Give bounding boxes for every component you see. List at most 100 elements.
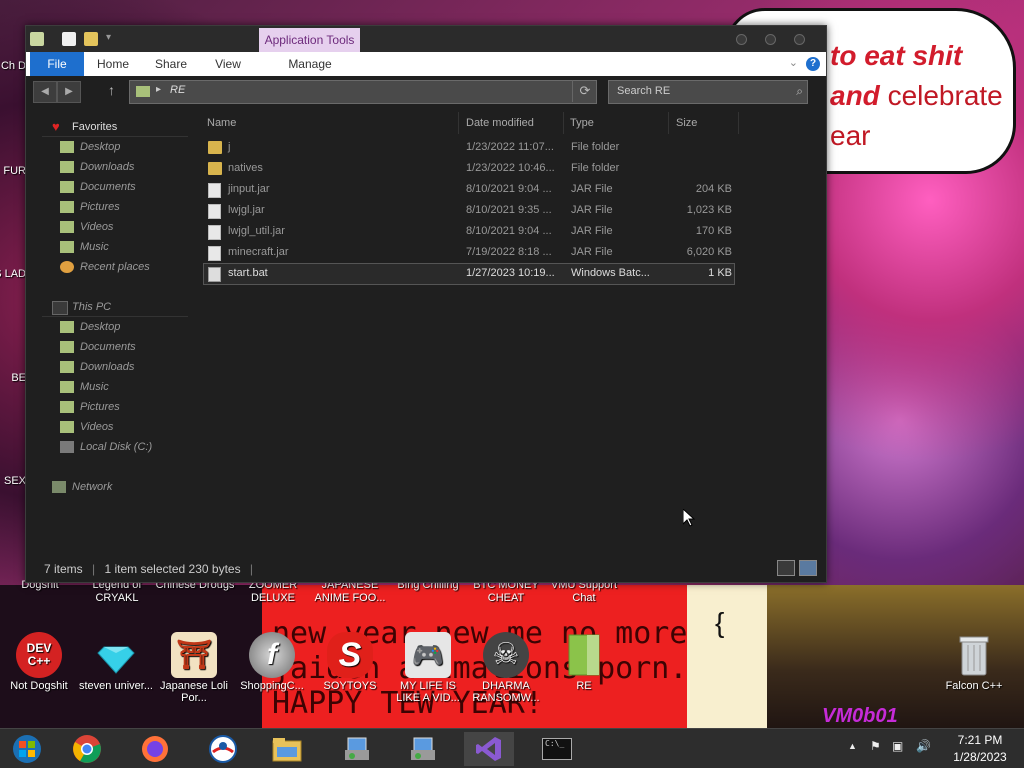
tab-share[interactable]: Share xyxy=(148,52,194,76)
breadcrumb-chevron-icon[interactable]: ▸ xyxy=(156,84,161,95)
file-row-lwjgl-util[interactable]: lwjgl_util.jar 8/10/2021 9:04 ... JAR Fi… xyxy=(204,222,734,242)
pictures-icon xyxy=(60,201,74,213)
desktop-icon-dharma[interactable]: ☠ DHARMA RANSOMW... xyxy=(468,632,544,704)
new-folder-icon[interactable] xyxy=(84,32,98,46)
desktop-icon-my-life[interactable]: 🎮 MY LIFE IS LIKE A VID... xyxy=(390,632,466,704)
desktop-icon-re-folder[interactable]: RE xyxy=(546,632,622,692)
nav-label: Videos xyxy=(80,221,114,233)
desktop-icon-steven-universe[interactable]: steven univer... xyxy=(78,632,154,692)
desktop-partial-label-2[interactable]: FUR xyxy=(0,165,26,178)
file-row-jinput[interactable]: jinput.jar 8/10/2021 9:04 ... JAR File 2… xyxy=(204,180,734,200)
desktop-icon-shopping[interactable]: f ShoppingC... xyxy=(234,632,310,692)
file-name: start.bat xyxy=(228,267,268,279)
music-icon xyxy=(60,241,74,253)
file-row-minecraft[interactable]: minecraft.jar 7/19/2022 8:18 ... JAR Fil… xyxy=(204,243,734,263)
search-box[interactable]: Search RE ⌕ xyxy=(608,80,808,104)
nav-divider xyxy=(42,316,188,317)
column-divider[interactable] xyxy=(458,112,459,134)
file-date: 7/19/2022 8:18 ... xyxy=(466,246,552,258)
column-divider[interactable] xyxy=(668,112,669,134)
refresh-icon[interactable]: ⟳ xyxy=(572,80,597,102)
diamond-icon xyxy=(93,632,139,678)
column-date-modified[interactable]: Date modified xyxy=(466,113,534,133)
column-divider[interactable] xyxy=(738,112,739,134)
jar-file-icon xyxy=(208,225,221,240)
forward-button[interactable]: ▶ xyxy=(57,81,81,103)
search-icon[interactable]: ⌕ xyxy=(796,84,803,99)
address-path: RE xyxy=(170,84,186,96)
nav-divider xyxy=(42,136,188,137)
nav-label: Network xyxy=(72,481,113,493)
clock[interactable]: 7:21 PM 1/28/2023 xyxy=(944,732,1016,766)
tab-manage[interactable]: Manage xyxy=(276,52,344,76)
cmd-icon[interactable]: C:\_ xyxy=(532,732,582,766)
speech-line-3: ear xyxy=(830,120,871,151)
address-bar[interactable]: ▸ RE xyxy=(129,80,597,104)
mouse-cursor-icon xyxy=(683,509,695,527)
explorer-window[interactable]: ▾ Application Tools File Home Share View… xyxy=(25,25,827,583)
column-divider[interactable] xyxy=(563,112,564,134)
file-size: 1,023 KB xyxy=(686,204,732,216)
details-view-icon[interactable] xyxy=(777,560,795,576)
volume-icon[interactable]: 🔊 xyxy=(916,739,931,753)
folder-icon xyxy=(208,162,222,175)
folder-icon xyxy=(136,86,150,97)
close-icon[interactable] xyxy=(794,34,805,45)
ribbon-expand-icon[interactable]: ⌄ xyxy=(789,56,798,69)
chrome-icon[interactable] xyxy=(62,732,112,766)
nav-label: Local Disk (C:) xyxy=(80,441,153,453)
column-name[interactable]: Name xyxy=(207,113,236,133)
file-date: 1/23/2022 11:07... xyxy=(466,141,554,153)
flag-icon[interactable]: ⚑ xyxy=(870,739,881,753)
visual-studio-icon[interactable] xyxy=(464,732,514,766)
help-icon[interactable]: ? xyxy=(806,57,820,71)
documents-icon xyxy=(60,341,74,353)
up-arrow-icon[interactable]: ↑ xyxy=(108,82,115,98)
desktop-icon-japanese[interactable]: ⛩ Japanese Loli Por... xyxy=(156,632,232,704)
start-icon[interactable] xyxy=(2,732,52,766)
file-row-lwjgl[interactable]: lwjgl.jar 8/10/2021 9:35 ... JAR File 1,… xyxy=(204,201,734,221)
desktop-icon-falcon[interactable]: Falcon C++ xyxy=(936,632,1012,692)
file-row-start-bat[interactable]: start.bat 1/27/2023 10:19... Windows Bat… xyxy=(203,263,735,285)
computer-icon xyxy=(52,301,68,315)
desktop-partial-label-4[interactable]: BE xyxy=(0,372,26,385)
file-type: JAR File xyxy=(571,225,613,237)
qa-chevron-icon[interactable]: ▾ xyxy=(106,32,111,43)
file-row-j[interactable]: j 1/23/2022 11:07... File folder xyxy=(204,138,734,158)
jar-file-icon xyxy=(208,204,221,219)
tab-home[interactable]: Home xyxy=(92,52,134,76)
status-item-count: 7 items xyxy=(44,562,83,576)
maximize-icon[interactable] xyxy=(765,34,776,45)
file-type: JAR File xyxy=(571,183,613,195)
nav-label: Recent places xyxy=(80,261,150,273)
file-name: j xyxy=(228,141,231,153)
column-type[interactable]: Type xyxy=(570,113,594,133)
network-tray-icon[interactable]: ▣ xyxy=(892,739,903,753)
vm-logo: VM0b01 xyxy=(822,705,898,727)
desktop-partial-label-5[interactable]: SEX xyxy=(0,475,26,488)
navigation-bar: ◀ ▶ ↑ ▸ RE ⟳ Search RE ⌕ xyxy=(26,76,826,106)
tab-view[interactable]: View xyxy=(206,52,250,76)
speech-line-2a: and xyxy=(830,80,880,111)
large-icons-view-icon[interactable] xyxy=(799,560,817,576)
file-explorer-icon[interactable] xyxy=(262,732,312,766)
minimize-icon[interactable] xyxy=(736,34,747,45)
desktop-icon-not-dogshit[interactable]: DEV C++ Not Dogshit xyxy=(1,632,77,692)
setup-icon[interactable] xyxy=(332,732,382,766)
obama-icon[interactable] xyxy=(198,732,248,766)
back-button[interactable]: ◀ xyxy=(33,81,57,103)
tray-expand-icon[interactable]: ▲ xyxy=(848,741,857,751)
properties-icon[interactable] xyxy=(62,32,76,46)
firefox-icon[interactable] xyxy=(130,732,180,766)
desktop-partial-label-3[interactable]: OS LAD xyxy=(0,268,26,281)
desktop-icon-soytoys[interactable]: S SOYTOYS xyxy=(312,632,388,692)
file-row-natives[interactable]: natives 1/23/2022 10:46... File folder xyxy=(204,159,734,179)
tab-file[interactable]: File xyxy=(30,52,84,76)
file-date: 8/10/2021 9:04 ... xyxy=(466,225,552,237)
column-size[interactable]: Size xyxy=(676,113,697,133)
title-bar[interactable]: ▾ Application Tools xyxy=(26,26,826,53)
file-name: jinput.jar xyxy=(228,183,270,195)
desktop-partial-label-1[interactable]: Ch D xyxy=(0,60,26,73)
installer-icon[interactable] xyxy=(398,732,448,766)
nav-label: Desktop xyxy=(80,141,121,153)
